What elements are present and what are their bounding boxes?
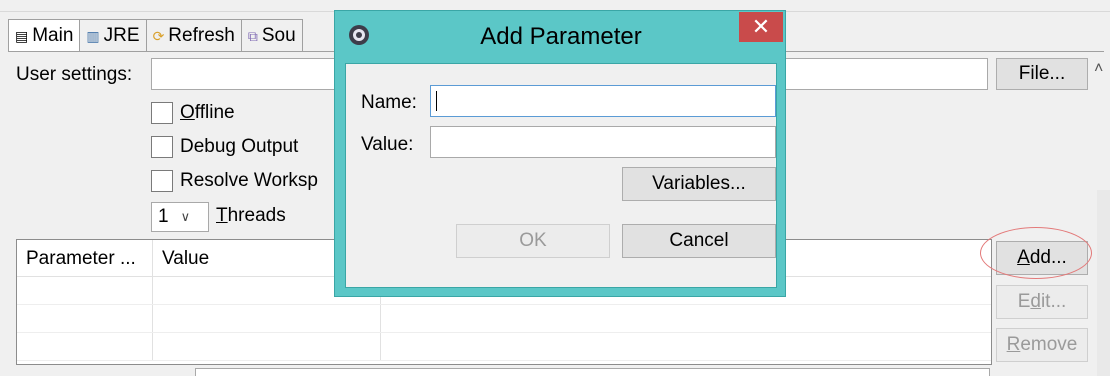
text-caret xyxy=(436,91,437,111)
table-cell xyxy=(17,333,153,360)
debug-rest: Output xyxy=(236,136,299,157)
edit-button[interactable]: Edit... xyxy=(996,285,1088,319)
table-cell xyxy=(153,333,381,360)
debug-prefix: Debu xyxy=(180,136,226,157)
threads-select[interactable]: 1 ∨ xyxy=(151,202,209,232)
value-label: Value: xyxy=(361,134,414,155)
cancel-button[interactable]: Cancel xyxy=(622,224,776,258)
tab-main[interactable]: ▤ Main xyxy=(8,19,81,52)
offline-label: Offline xyxy=(180,102,235,124)
edit-button-label: Edit... xyxy=(1018,291,1067,313)
tab-bar: ▤ Main ▥ JRE ⟳ Refresh ⧉ Sou xyxy=(8,19,303,52)
document-icon: ▤ xyxy=(15,28,29,44)
offline-label-rest: ffline xyxy=(194,102,235,123)
tab-label: Refresh xyxy=(168,25,235,46)
value-input[interactable] xyxy=(430,126,776,158)
table-cell xyxy=(153,305,381,332)
remove-button[interactable]: Remove xyxy=(996,328,1088,362)
user-settings-label: User settings: xyxy=(16,64,133,85)
offline-mnemonic: O xyxy=(180,102,195,123)
tab-label: Main xyxy=(32,25,74,46)
file-button-label: File... xyxy=(1018,63,1066,84)
close-icon: ✕ xyxy=(751,14,771,39)
vertical-scrollbar[interactable] xyxy=(1097,190,1110,376)
file-button[interactable]: File... xyxy=(996,58,1088,90)
tab-label: Sou xyxy=(261,25,296,46)
threads-value: 1 xyxy=(158,206,169,227)
edit-mnemonic: d xyxy=(1030,291,1041,312)
table-cell xyxy=(17,305,153,332)
tab-refresh[interactable]: ⟳ Refresh xyxy=(145,19,242,52)
column-header-parameter[interactable]: Parameter ... xyxy=(17,240,153,277)
ok-button-label: OK xyxy=(519,230,547,251)
threads-label-rest: hreads xyxy=(227,205,286,226)
resolve-workspace-checkbox[interactable] xyxy=(151,170,173,192)
scroll-up-arrow-icon[interactable]: ˄ xyxy=(1094,60,1103,78)
dialog-body: Name: Value: Variables... OK Cancel xyxy=(345,63,777,288)
debug-output-label: Debug Output xyxy=(180,136,298,158)
resolve-workspace-label: Resolve Worksp xyxy=(180,170,318,191)
chevron-down-icon: ∨ xyxy=(180,209,191,224)
threads-mnemonic: T xyxy=(216,205,228,226)
threads-label: Threads xyxy=(216,205,286,227)
edit-prefix: E xyxy=(1017,291,1031,312)
ok-button[interactable]: OK xyxy=(456,224,610,258)
offline-checkbox[interactable] xyxy=(151,102,173,124)
tab-jre[interactable]: ▥ JRE xyxy=(79,19,147,52)
partial-input-below[interactable] xyxy=(195,368,990,376)
remove-mnemonic: R xyxy=(1006,334,1021,355)
refresh-icon: ⟳ xyxy=(152,28,165,44)
variables-button-label: Variables... xyxy=(652,173,746,194)
source-icon: ⧉ xyxy=(247,28,258,44)
close-button[interactable]: ✕ xyxy=(739,12,783,42)
table-row[interactable] xyxy=(17,305,991,333)
tab-source[interactable]: ⧉ Sou xyxy=(240,19,303,52)
column-header-label: Parameter ... xyxy=(26,247,136,269)
tab-label: JRE xyxy=(103,25,140,46)
table-cell xyxy=(17,277,153,304)
remove-button-label: Remove xyxy=(1007,334,1078,356)
library-icon: ▥ xyxy=(86,28,100,44)
table-row[interactable] xyxy=(17,333,991,361)
debug-output-checkbox[interactable] xyxy=(151,136,173,158)
variables-button[interactable]: Variables... xyxy=(622,167,776,201)
name-label: Name: xyxy=(361,92,417,113)
debug-mnemonic: g xyxy=(225,136,236,157)
add-parameter-dialog: Add Parameter ✕ Name: Value: Variables..… xyxy=(334,10,786,297)
dialog-title: Add Parameter xyxy=(480,23,642,50)
name-input[interactable] xyxy=(430,85,776,117)
column-header-label: Value xyxy=(162,247,210,269)
remove-label-rest: emove xyxy=(1020,334,1078,355)
cancel-button-label: Cancel xyxy=(669,230,729,251)
highlight-oval xyxy=(980,227,1092,279)
edit-label-rest: it... xyxy=(1040,291,1067,312)
